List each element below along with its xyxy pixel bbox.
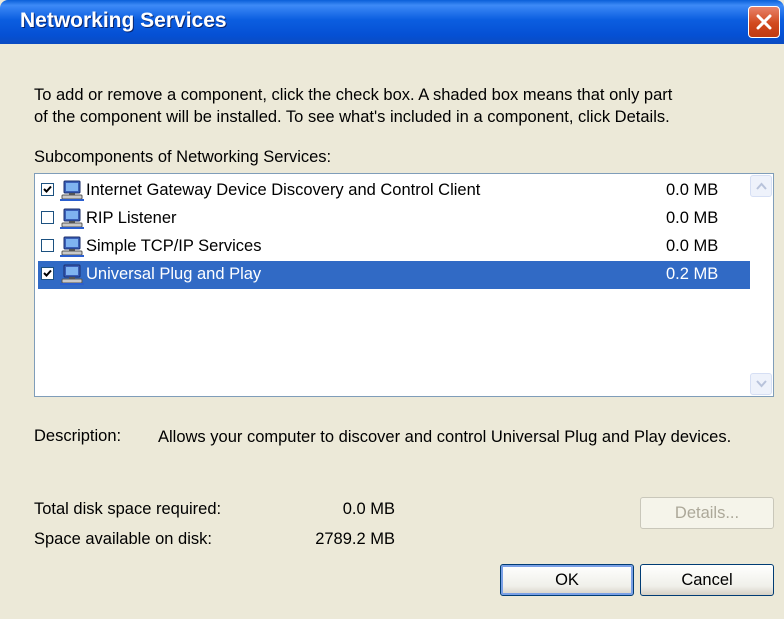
component-size: 0.2 MB xyxy=(666,265,719,283)
chevron-down-icon xyxy=(756,380,767,388)
ok-button[interactable]: OK xyxy=(500,564,634,596)
subcomponents-label: Subcomponents of Networking Services: xyxy=(34,148,332,166)
component-label: Simple TCP/IP Services xyxy=(86,237,262,255)
instructions-line-1: To add or remove a component, click the … xyxy=(34,86,673,104)
instructions-line-2: of the component will be installed. To s… xyxy=(34,108,670,126)
window-title: Networking Services xyxy=(20,9,227,32)
component-checkbox[interactable] xyxy=(41,211,54,224)
description-label: Description: xyxy=(34,427,122,445)
list-item[interactable]: Internet Gateway Device Discovery and Co… xyxy=(38,177,750,205)
list-item[interactable]: Simple TCP/IP Services 0.0 MB xyxy=(38,233,750,261)
close-button[interactable] xyxy=(748,6,780,38)
computer-network-icon xyxy=(60,236,84,257)
list-scrollbar[interactable] xyxy=(750,175,772,395)
subcomponents-list[interactable]: Internet Gateway Device Discovery and Co… xyxy=(34,173,774,397)
component-label: Universal Plug and Play xyxy=(86,265,262,283)
details-button[interactable]: Details... xyxy=(640,497,774,529)
checkmark-icon xyxy=(43,269,52,277)
scroll-up-button[interactable] xyxy=(750,175,772,197)
list-item[interactable]: RIP Listener 0.0 MB xyxy=(38,205,750,233)
checkmark-icon xyxy=(43,185,52,193)
chevron-up-icon xyxy=(756,182,767,190)
computer-network-icon xyxy=(60,180,84,201)
list-item[interactable]: Universal Plug and Play 0.2 MB xyxy=(38,261,750,289)
disk-required-value: 0.0 MB xyxy=(342,500,395,518)
component-size: 0.0 MB xyxy=(666,237,719,255)
close-icon xyxy=(756,14,772,30)
disk-required-label: Total disk space required: xyxy=(34,500,222,518)
description-text: Allows your computer to discover and con… xyxy=(158,428,732,446)
computer-network-icon xyxy=(60,264,84,285)
component-label: RIP Listener xyxy=(86,209,177,227)
networking-services-dialog: Networking Services To add or remove a c… xyxy=(0,0,784,619)
component-checkbox[interactable] xyxy=(41,183,54,196)
title-bar[interactable]: Networking Services xyxy=(0,0,784,44)
component-checkbox[interactable] xyxy=(41,267,54,280)
disk-available-label: Space available on disk: xyxy=(34,530,212,548)
computer-network-icon xyxy=(60,208,84,229)
component-size: 0.0 MB xyxy=(666,209,719,227)
scroll-down-button[interactable] xyxy=(750,373,772,395)
component-label: Internet Gateway Device Discovery and Co… xyxy=(86,181,481,199)
component-size: 0.0 MB xyxy=(666,181,719,199)
disk-available-value: 2789.2 MB xyxy=(315,530,395,548)
cancel-button[interactable]: Cancel xyxy=(640,564,774,596)
instructions-text: To add or remove a component, click the … xyxy=(34,84,774,128)
component-checkbox[interactable] xyxy=(41,239,54,252)
